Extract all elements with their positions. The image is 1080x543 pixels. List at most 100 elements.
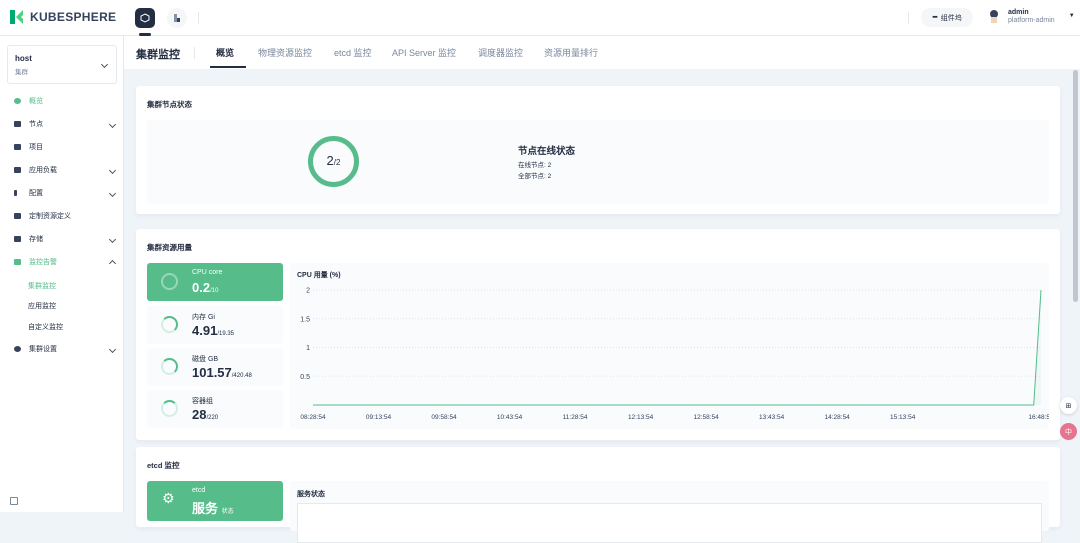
user-name: admin bbox=[1008, 9, 1029, 16]
etcd-value: 服务 bbox=[192, 501, 219, 516]
x-tick-label: 12:13:54 bbox=[628, 414, 654, 421]
sidebar-item-monitoring[interactable]: 监控告警 bbox=[0, 254, 124, 270]
grid-icon: ▪▪▪ bbox=[932, 14, 938, 21]
card-title: etcd 监控 bbox=[147, 461, 180, 470]
metric-total: /420.48 bbox=[231, 373, 252, 379]
usage-ring bbox=[161, 316, 178, 333]
metric-memory[interactable]: 内存 Gi 4.91/19.35 bbox=[147, 306, 283, 344]
cluster-name: host bbox=[15, 54, 32, 63]
sidebar-item-config[interactable]: 配置 bbox=[0, 185, 124, 201]
sidebar-item-overview[interactable]: 概览 bbox=[0, 93, 124, 109]
sidebar-item-nodes[interactable]: 节点 bbox=[0, 116, 124, 132]
toolbox-button[interactable]: ▪▪▪ 组件坞 bbox=[921, 8, 973, 27]
wrench-icon bbox=[14, 190, 17, 196]
page-header: 集群监控 概览 物理资源监控 etcd 监控 API Server 监控 调度器… bbox=[124, 36, 1080, 69]
sidebar-subitem-app-monitoring[interactable]: 应用监控 bbox=[28, 301, 56, 311]
usage-ring bbox=[161, 358, 178, 375]
node-status-heading: 节点在线状态 bbox=[518, 146, 576, 157]
sidebar-item-crd[interactable]: 定制资源定义 bbox=[0, 208, 124, 224]
sidebar: host 集群 概览 节点 项目 应用负载 配置 定制资源定义 存储 监控告警 … bbox=[0, 36, 124, 512]
brand-name: KUBESPHERE bbox=[30, 10, 117, 24]
collapse-sidebar-icon[interactable] bbox=[10, 497, 18, 505]
sidebar-item-label: 概览 bbox=[29, 98, 43, 105]
sidebar-item-cluster-settings[interactable]: 集群设置 bbox=[0, 341, 124, 357]
sidebar-item-label: 定制资源定义 bbox=[29, 213, 71, 220]
workbench-button[interactable] bbox=[167, 8, 187, 28]
etcd-unit: 状态 bbox=[221, 509, 234, 515]
sidebar-item-storage[interactable]: 存储 bbox=[0, 231, 124, 247]
building-icon bbox=[174, 14, 180, 22]
chevron-down-icon bbox=[108, 189, 117, 197]
metric-label: CPU core bbox=[192, 269, 223, 276]
online-count: 2 bbox=[326, 153, 334, 168]
cpu-line-chart: 2 1.5 1 0.5 08:28:54 09:13:54 09:58:54 10:43:54… bbox=[300, 288, 1049, 422]
x-tick-label: 15:13:54 bbox=[890, 414, 916, 421]
y-tick-label: 2 bbox=[306, 288, 310, 295]
user-menu[interactable]: admin platform-admin ▼ bbox=[988, 8, 1075, 24]
x-tick-label: 13:43:54 bbox=[759, 414, 785, 421]
y-tick-label: 1.5 bbox=[300, 316, 310, 323]
sidebar-subitem-custom-monitoring[interactable]: 自定义监控 bbox=[28, 322, 63, 332]
etcd-status-card[interactable]: ⚙ etcd 服务 状态 bbox=[147, 481, 283, 521]
sidebar-item-label: 监控告警 bbox=[29, 259, 57, 266]
sidebar-item-label: 存储 bbox=[29, 236, 43, 243]
avatar bbox=[990, 10, 998, 23]
etcd-label: etcd bbox=[192, 487, 206, 494]
tab-api-server[interactable]: API Server 监控 bbox=[392, 46, 456, 59]
metric-pods[interactable]: 容器组 28/220 bbox=[147, 390, 283, 428]
active-tab-indicator bbox=[210, 66, 246, 68]
cube-icon bbox=[140, 13, 150, 23]
tab-resource-ranking[interactable]: 资源用量排行 bbox=[544, 46, 598, 59]
x-tick-label: 12:58:54 bbox=[693, 414, 719, 421]
sidebar-item-label: 集群设置 bbox=[29, 346, 57, 353]
caret-down-icon: ▼ bbox=[1068, 13, 1075, 19]
user-role: platform-admin bbox=[1008, 17, 1055, 24]
chevron-up-icon bbox=[108, 259, 117, 268]
service-status-box bbox=[297, 503, 1042, 543]
metric-total: /19.35 bbox=[217, 331, 234, 337]
metric-value: 28 bbox=[192, 407, 207, 422]
scrollbar[interactable] bbox=[1073, 70, 1078, 302]
tab-scheduler[interactable]: 调度器监控 bbox=[478, 46, 523, 59]
usage-ring bbox=[161, 400, 178, 417]
chevron-down-icon bbox=[108, 235, 117, 243]
service-status-panel: 服务状态 bbox=[290, 481, 1049, 543]
metric-total: /10 bbox=[210, 288, 219, 294]
sidebar-item-label: 配置 bbox=[29, 190, 43, 197]
sidebar-subitem-cluster-monitoring[interactable]: 集群监控 bbox=[28, 281, 56, 291]
metric-total: /220 bbox=[206, 415, 219, 421]
sidebar-item-workloads[interactable]: 应用负载 bbox=[0, 162, 124, 178]
tab-overview[interactable]: 概览 bbox=[216, 46, 234, 59]
add-widget-button[interactable]: ⊞ bbox=[1060, 397, 1077, 414]
tab-etcd[interactable]: etcd 监控 bbox=[334, 46, 372, 59]
sidebar-item-label: 项目 bbox=[29, 144, 43, 151]
x-tick-label: 09:13:54 bbox=[366, 414, 392, 421]
metric-label: 内存 Gi bbox=[192, 314, 215, 321]
metric-disk[interactable]: 磁盘 GB 101.57/420.48 bbox=[147, 348, 283, 386]
crd-icon bbox=[14, 213, 21, 219]
overview-icon bbox=[14, 98, 21, 104]
etcd-gear-icon: ⚙ bbox=[162, 490, 175, 506]
x-tick-label: 14:28:54 bbox=[825, 414, 851, 421]
node-status-panel: 2/2 节点在线状态 在线节点: 2 全部节点: 2 bbox=[147, 120, 1049, 204]
language-button[interactable]: 中 bbox=[1060, 423, 1077, 440]
database-icon bbox=[14, 236, 21, 242]
x-tick-label: 08:28:54 bbox=[300, 414, 326, 421]
platform-button[interactable] bbox=[135, 8, 155, 36]
chevron-down-icon bbox=[108, 345, 117, 353]
kubesphere-logo[interactable]: KUBESPHERE bbox=[9, 9, 116, 25]
metric-cpu[interactable]: CPU core 0.2/10 bbox=[147, 263, 283, 301]
sidebar-item-label: 节点 bbox=[29, 121, 43, 128]
sidebar-item-projects[interactable]: 项目 bbox=[0, 139, 124, 155]
metric-label: 容器组 bbox=[192, 398, 213, 405]
x-tick-label: 16:48:54 bbox=[1028, 414, 1049, 421]
node-count: 2/2 bbox=[326, 153, 341, 168]
total-nodes: 全部节点: 2 bbox=[518, 173, 552, 180]
y-tick-label: 1 bbox=[306, 345, 310, 352]
metric-label: 磁盘 GB bbox=[192, 356, 219, 363]
tab-physical-resources[interactable]: 物理资源监控 bbox=[258, 46, 312, 59]
node-status-card: 集群节点状态 2/2 节点在线状态 在线节点: 2 全部节点: 2 bbox=[136, 86, 1060, 214]
kubesphere-logo-icon bbox=[10, 10, 23, 24]
cluster-selector[interactable]: host 集群 bbox=[7, 45, 117, 84]
project-icon bbox=[14, 144, 21, 150]
